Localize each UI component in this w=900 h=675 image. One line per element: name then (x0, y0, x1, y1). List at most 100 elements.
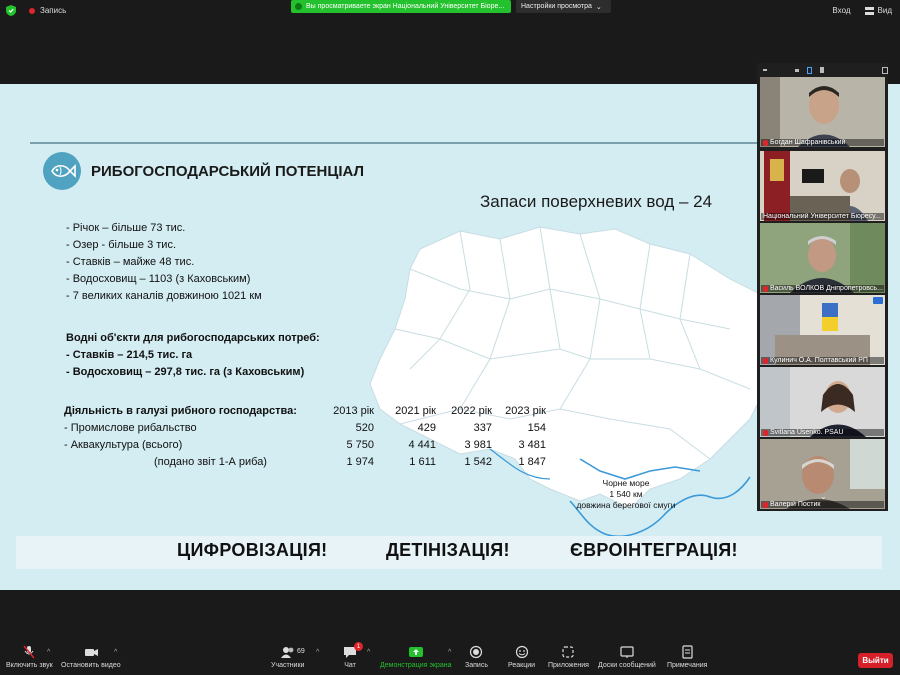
view-options-label: Настройки просмотра (521, 3, 592, 10)
participant-tile[interactable]: Богдан Шафранівський (760, 77, 885, 147)
participant-tile[interactable]: Василь ВОЛКОВ Дніпропетровсь... (760, 223, 885, 293)
table-cell: 1 611 (409, 455, 436, 468)
water-objects-item: - Водосховищ – 297,8 тис. га (з Каховськ… (66, 366, 305, 378)
black-sea-label: Чорне море 1 540 км довжина берегової см… (566, 478, 686, 511)
minimize-icon[interactable] (763, 69, 767, 71)
chevron-down-icon[interactable]: ⌄ (820, 492, 827, 501)
table-cell: 5 750 (346, 438, 374, 451)
stop-video-button[interactable]: Остановить видео (61, 645, 121, 669)
unmute-label: Включить звук (6, 662, 53, 669)
participant-video (760, 77, 885, 147)
water-objects-block: Водні об'єкти для рибогосподарських потр… (66, 330, 320, 381)
participant-video (760, 295, 885, 365)
table-cell: 4 441 (408, 438, 436, 451)
year-header: 2021 рік (395, 404, 436, 417)
participant-tile[interactable]: Svitlana Usenko. PSAU (760, 367, 885, 437)
participant-video (760, 367, 885, 437)
year-header: 2023 рік (505, 404, 546, 417)
row-label: (подано звіт 1-А риба) (154, 455, 267, 468)
enter-button[interactable]: Вход (832, 6, 850, 15)
chevron-down-icon: ⌄ (595, 3, 602, 11)
participant-gallery[interactable]: Богдан Шафранівський Національний Універ… (757, 63, 888, 511)
participant-name: Svitlana Usenko. PSAU (761, 429, 884, 436)
participant-tile[interactable]: Валерій Постик ⌄ (760, 439, 885, 509)
year-header: 2013 рік (333, 404, 374, 417)
share-screen-icon (408, 647, 423, 657)
apps-button[interactable]: Приложения (548, 645, 589, 669)
share-screen-label: Демонстрация экрана (380, 662, 452, 669)
table-cell: 1 542 (464, 455, 492, 468)
participant-tile[interactable]: Національний Університет Біоресу... (760, 151, 885, 221)
speaker-view-icon[interactable] (794, 68, 800, 72)
activity-table: Діяльність в галузі рибного господарства… (64, 402, 546, 470)
muted-mic-icon (763, 501, 768, 508)
record-label: Запись (40, 6, 67, 15)
view-options-button[interactable]: Настройки просмотра ⌄ (516, 0, 611, 13)
leave-button[interactable]: Выйти (858, 653, 893, 668)
muted-mic-icon (763, 357, 768, 364)
reactions-button[interactable]: Реакции (508, 645, 535, 669)
water-objects-item: - Ставків – 214,5 тис. га (66, 349, 193, 361)
window-controls: Вход Вид (832, 6, 892, 15)
participants-options-caret[interactable]: ^ (316, 649, 319, 656)
top-bar: Запись Вы просматриваете экран Національ… (0, 0, 900, 24)
table-cell: 337 (473, 421, 492, 434)
water-objects-heading: Водні об'єкти для рибогосподарських потр… (66, 332, 320, 344)
notes-button[interactable]: Примечания (667, 645, 707, 669)
participant-name: Кулинич О.А. Полтавський РП (761, 357, 884, 364)
zoom-window: Запись Вы просматриваете экран Національ… (0, 0, 900, 675)
screen-share-banner[interactable]: Вы просматриваете экран Національний Уні… (291, 0, 511, 13)
sea-length: 1 540 км (609, 489, 643, 499)
reactions-label: Реакции (508, 662, 536, 669)
record-dot-icon (29, 7, 35, 14)
participants-count: 69 (297, 648, 305, 655)
share-options-caret[interactable]: ^ (448, 649, 451, 656)
share-banner-text: Вы просматриваете экран Національний Уні… (306, 3, 505, 10)
table-cell: 1 847 (518, 455, 546, 468)
apps-label: Приложения (548, 662, 589, 669)
video-camera-icon (84, 649, 98, 656)
year-header: 2022 рік (451, 404, 492, 417)
chat-badge: 1 (354, 642, 363, 651)
muted-mic-icon (763, 285, 768, 292)
gallery-grid-icon[interactable] (820, 67, 825, 73)
table-row: - Промислове рибальство 520 429 337 154 (64, 419, 546, 436)
notes-icon (682, 645, 693, 659)
whiteboards-label: Доски сообщений (598, 662, 656, 669)
whiteboards-button[interactable]: Доски сообщений (598, 645, 656, 669)
record-button[interactable]: Запись (465, 645, 488, 669)
ukraine-map (369, 226, 770, 538)
apps-icon (562, 646, 575, 658)
view-label: Вид (877, 6, 892, 15)
muted-mic-icon (763, 429, 768, 436)
expand-icon[interactable] (882, 66, 888, 74)
slide-title: РИБОГОСПОДАРСЬКИЙ ПОТЕНЦІАЛ (91, 163, 365, 180)
view-button[interactable]: Вид (864, 6, 892, 15)
chat-label: Чат (344, 662, 356, 669)
unmute-button[interactable]: Включить звук (6, 645, 53, 669)
more-options-icon[interactable] (873, 297, 883, 304)
participant-tile[interactable]: Кулинич О.А. Полтавський РП (760, 295, 885, 365)
recording-indicator[interactable]: Запись (6, 5, 66, 16)
stat-item: - Водосховищ – 1103 (з Каховським) (66, 273, 251, 285)
slogan-eurointegration: ЄВРОІНТЕГРАЦІЯ! (570, 540, 738, 560)
share-screen-button[interactable]: Демонстрация экрана (380, 645, 452, 669)
participants-label: Участники (271, 662, 305, 669)
chat-options-caret[interactable]: ^ (367, 649, 370, 656)
activity-heading: Діяльність в галузі рибного господарства… (64, 404, 297, 417)
audio-options-caret[interactable]: ^ (47, 649, 50, 656)
stat-item: - Озер - більше 3 тис. (66, 239, 177, 251)
table-cell: 429 (417, 421, 436, 434)
participant-name: Василь ВОЛКОВ Дніпропетровсь... (761, 285, 884, 292)
chat-icon: 1 (342, 642, 363, 659)
sea-caption: довжина берегової смуги (576, 500, 676, 510)
strip-view-icon[interactable] (807, 66, 813, 74)
slogan-deshadowing: ДЕТІНІЗАЦІЯ! (386, 540, 510, 560)
share-status-icon (295, 3, 302, 10)
sea-name: Чорне море (602, 478, 650, 488)
stat-item: - Ставків – майже 48 тис. (66, 256, 195, 268)
slogan-digitalization: ЦИФРОВІЗАЦІЯ! (177, 540, 328, 560)
video-options-caret[interactable]: ^ (114, 649, 117, 656)
chat-button[interactable]: 1 Чат (342, 642, 363, 669)
participant-video (760, 151, 885, 221)
